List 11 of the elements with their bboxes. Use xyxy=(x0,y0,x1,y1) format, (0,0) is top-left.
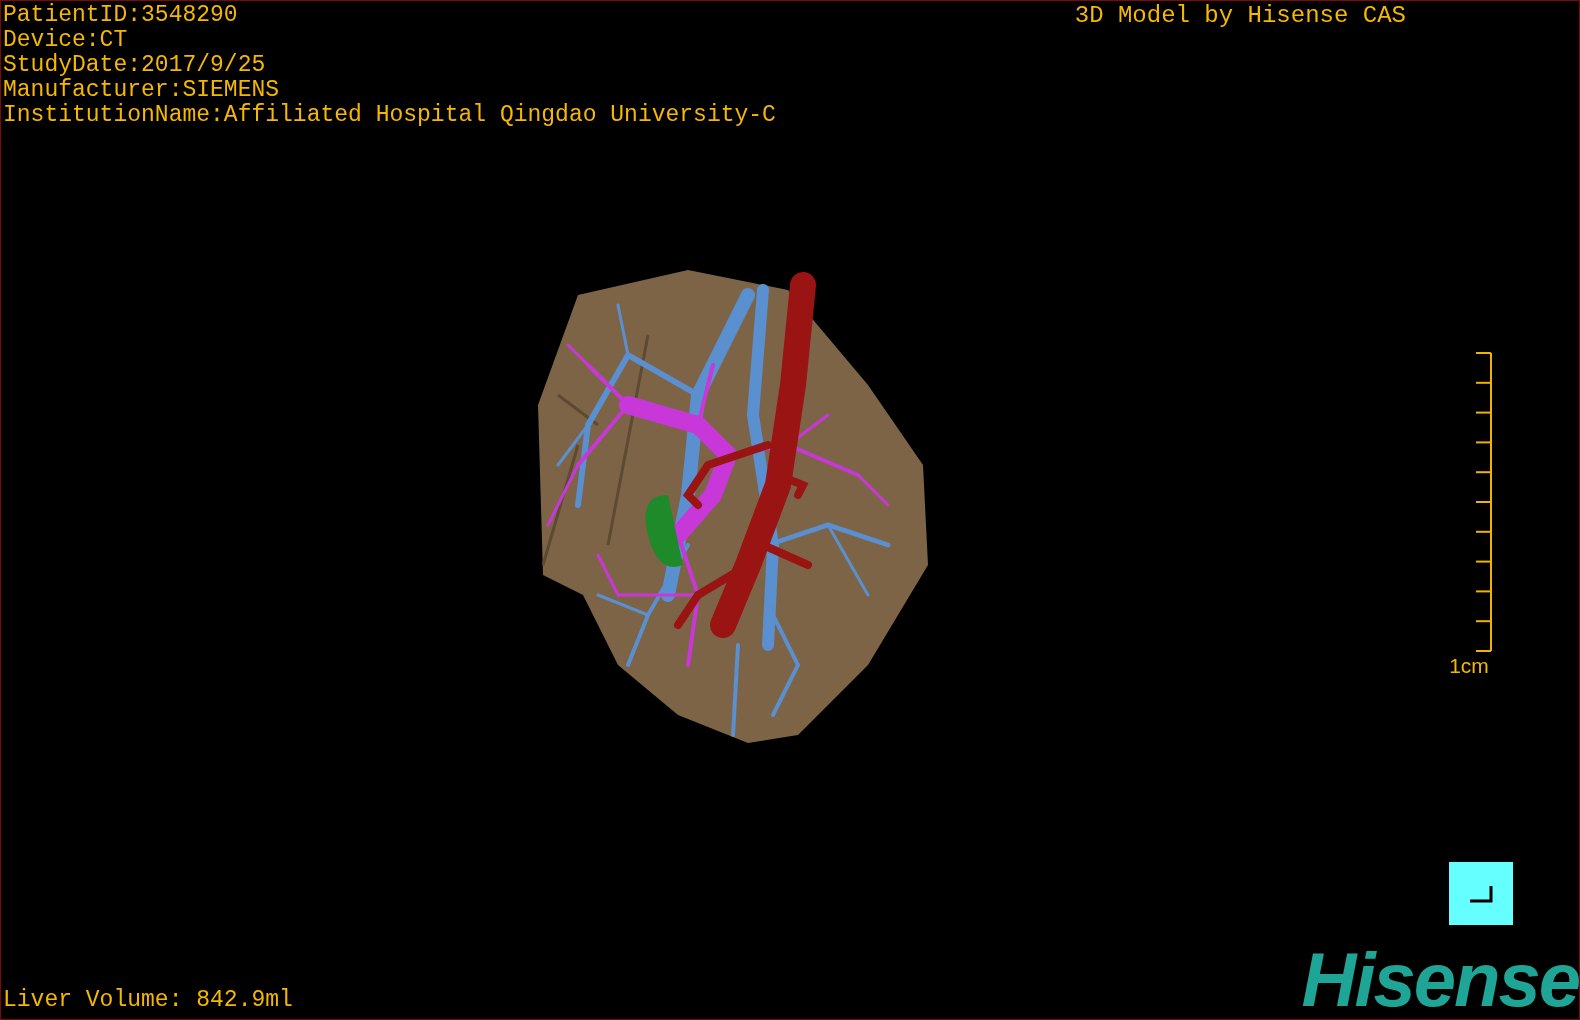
brand-logo: Hisense xyxy=(1301,947,1579,1013)
view-corner-button[interactable] xyxy=(1449,862,1513,925)
liver-volume: Liver Volume: 842.9ml xyxy=(3,988,293,1013)
study-info-line: InstitutionName:Affiliated Hospital Qingdao University-C xyxy=(3,103,776,128)
model-title: 3D Model by Hisense CAS xyxy=(1074,3,1406,31)
study-info-line: PatientID:3548290 xyxy=(3,3,239,28)
corner-icon xyxy=(1468,883,1494,904)
study-info-line: Manufacturer:SIEMENS xyxy=(3,78,281,103)
study-info-line: StudyDate:2017/9/25 xyxy=(3,53,267,78)
study-info-line: Device:CT xyxy=(3,28,129,53)
scale-label: 1cm xyxy=(1449,654,1489,678)
